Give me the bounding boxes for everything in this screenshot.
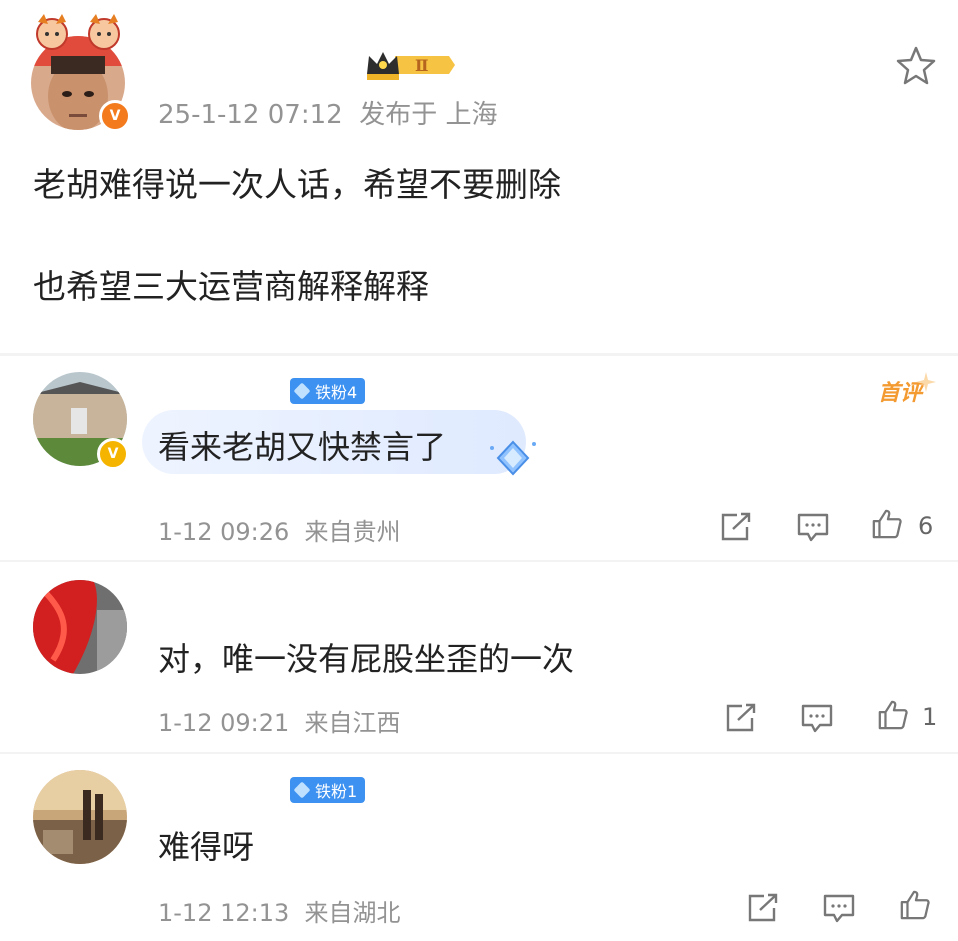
post-meta: 25-1-12 07:12 发布于 上海 [158, 94, 497, 131]
avatar-frame-ox-icon [36, 14, 120, 50]
comment-icon[interactable] [800, 702, 834, 734]
comment-avatar-image [33, 580, 127, 674]
post-timestamp: 25-1-12 07:12 [158, 100, 343, 130]
comment-text: 看来老胡又快禁言了 [158, 428, 447, 466]
diamond-icon [490, 440, 536, 476]
comment-avatar[interactable]: V [33, 372, 129, 470]
star-icon[interactable] [896, 45, 936, 85]
comment-text: 对，唯一没有屁股坐歪的一次 [158, 640, 575, 678]
sparkle-icon [916, 372, 936, 392]
comment-icon[interactable] [796, 511, 830, 543]
share-icon[interactable] [724, 702, 758, 734]
comment-meta: 1-12 09:21 来自江西 [158, 703, 401, 738]
comment-avatar-image [33, 770, 127, 864]
comment-avatar[interactable] [33, 580, 127, 674]
comment-time: 1-12 12:13 [158, 899, 290, 927]
like-count: 6 [918, 512, 934, 540]
comment-location: 来自贵州 [304, 518, 401, 546]
share-icon[interactable] [746, 892, 780, 924]
comment-icon[interactable] [822, 892, 856, 924]
comment-meta: 1-12 09:26 来自贵州 [158, 512, 401, 547]
crown-badge-icon: Ⅱ [367, 52, 455, 80]
comment-meta: 1-12 12:13 来自湖北 [158, 893, 401, 928]
diamond-icon [293, 781, 311, 799]
section-divider [0, 353, 958, 356]
like-icon[interactable] [898, 889, 932, 921]
comment-divider [0, 752, 958, 754]
share-icon[interactable] [719, 511, 753, 543]
post-location: 发布于 上海 [359, 100, 498, 130]
comment-divider [0, 560, 958, 562]
comment-time: 1-12 09:21 [158, 709, 290, 737]
comment-text: 难得呀 [158, 828, 255, 866]
diamond-icon [293, 382, 311, 400]
verified-badge: V [97, 438, 129, 470]
comment-avatar[interactable] [33, 770, 127, 864]
post-text-line-2: 也希望三大运营商解释解释 [33, 267, 429, 306]
comment-location: 来自湖北 [304, 899, 401, 927]
fan-badge: 铁粉1 [290, 777, 366, 803]
like-count: 1 [922, 703, 938, 731]
fan-badge: 铁粉4 [290, 378, 366, 404]
like-icon[interactable] [876, 699, 910, 731]
svg-text:Ⅱ: Ⅱ [415, 56, 428, 75]
comment-location: 来自江西 [304, 709, 401, 737]
like-icon[interactable] [870, 508, 904, 540]
verified-badge: V [99, 100, 131, 132]
comment-time: 1-12 09:26 [158, 518, 290, 546]
post-text-line-1: 老胡难得说一次人话，希望不要删除 [33, 165, 561, 204]
